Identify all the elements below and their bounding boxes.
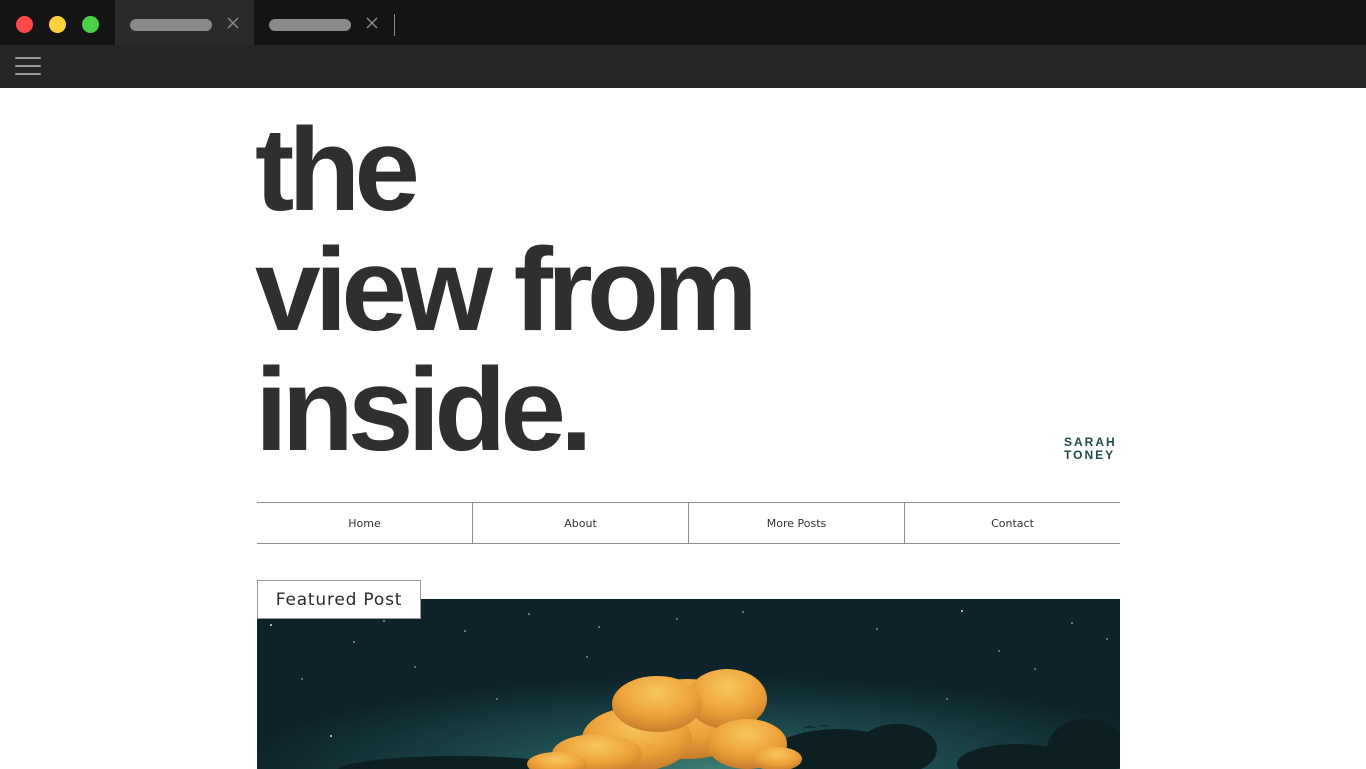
- hamburger-menu-icon[interactable]: [15, 55, 41, 77]
- browser-tab-active[interactable]: [115, 0, 254, 45]
- browser-tab-inactive[interactable]: [254, 0, 393, 45]
- hero-line-3: inside.: [255, 344, 593, 476]
- hero-title: the view from inside.: [255, 104, 758, 476]
- nav-home[interactable]: Home: [257, 503, 472, 543]
- featured-post-label: Featured Post: [257, 580, 421, 619]
- site-navigation: Home About More Posts Contact: [257, 502, 1120, 544]
- hero-line-1: the: [255, 104, 420, 236]
- tab-title-placeholder: [269, 19, 351, 31]
- nav-about[interactable]: About: [472, 503, 688, 543]
- web-page: the view from inside. SARAH TONEY Home A…: [0, 88, 1366, 769]
- logo-line-2: TONEY: [1064, 448, 1116, 462]
- minimize-window-button[interactable]: [49, 16, 66, 33]
- tab-divider: [394, 14, 395, 36]
- hero-line-2: view from: [255, 224, 758, 356]
- nav-contact[interactable]: Contact: [904, 503, 1120, 543]
- browser-tab-bar: [0, 0, 1366, 45]
- maximize-window-button[interactable]: [82, 16, 99, 33]
- sarah-toney-logo[interactable]: SARAH TONEY: [1064, 436, 1116, 466]
- tab-title-placeholder: [130, 19, 212, 31]
- close-window-button[interactable]: [16, 16, 33, 33]
- close-tab-icon[interactable]: [365, 16, 379, 30]
- nav-more-posts[interactable]: More Posts: [688, 503, 904, 543]
- featured-post-image[interactable]: [257, 599, 1120, 769]
- night-sky-clouds-image: [257, 599, 1120, 769]
- browser-toolbar: [0, 45, 1366, 88]
- close-tab-icon[interactable]: [226, 16, 240, 30]
